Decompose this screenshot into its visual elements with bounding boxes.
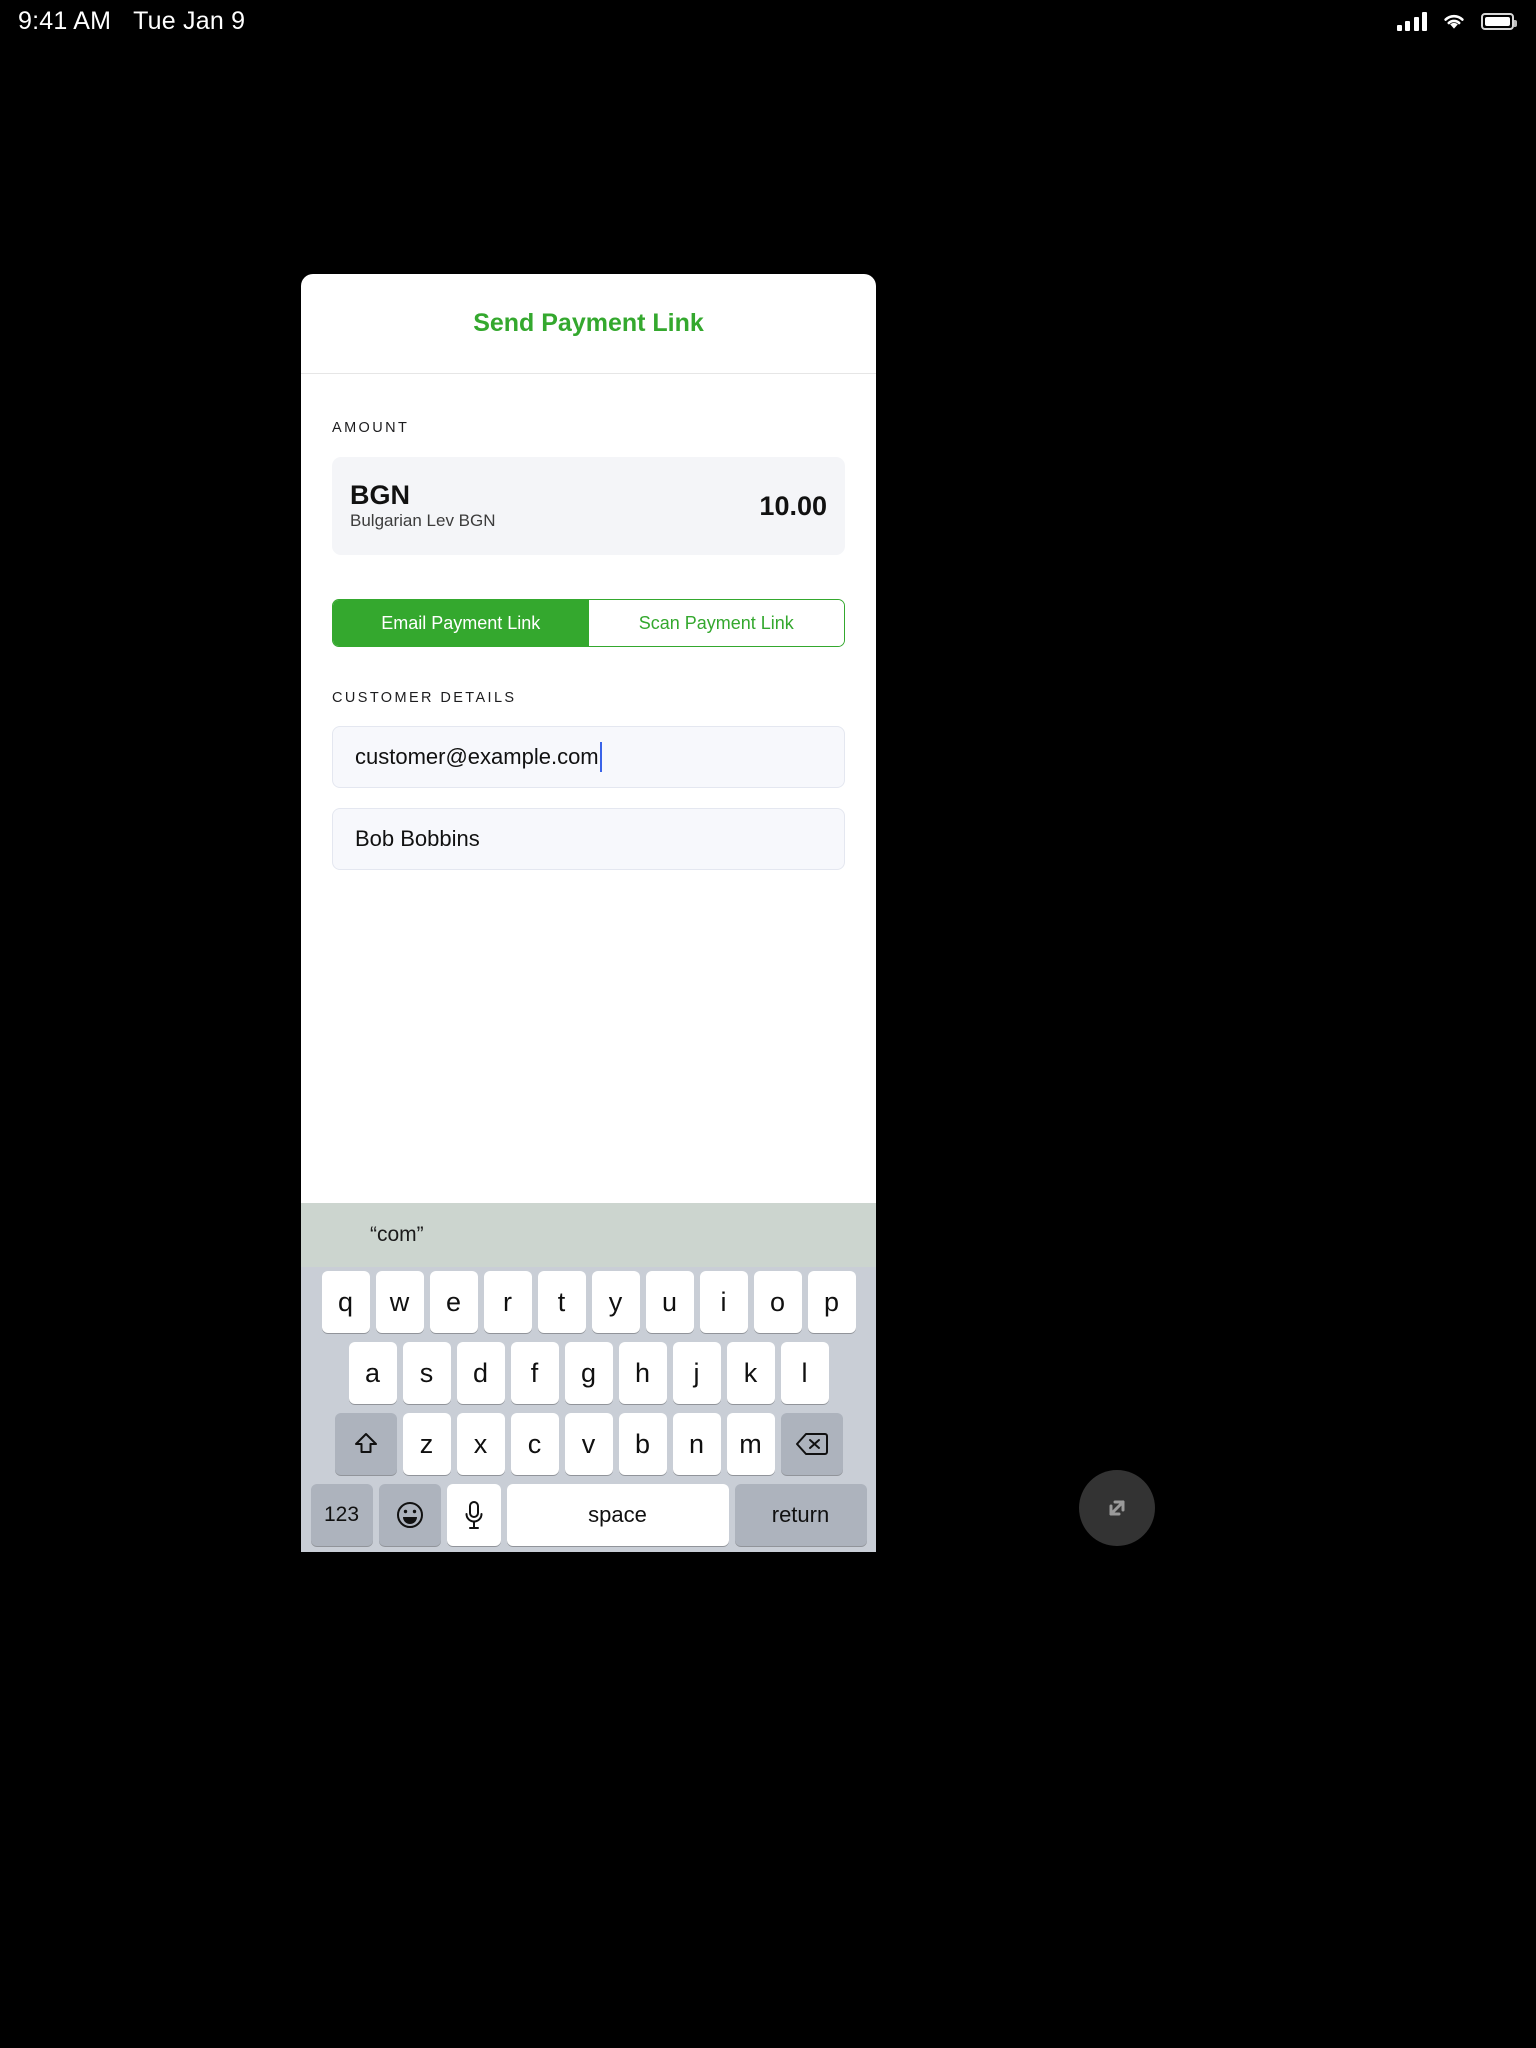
send-payment-link-card: Send Payment Link AMOUNT BGN Bulgarian L… bbox=[301, 274, 876, 1294]
keyboard-row-2: a s d f g h j k l bbox=[304, 1342, 873, 1404]
amount-row[interactable]: BGN Bulgarian Lev BGN 10.00 bbox=[332, 457, 845, 555]
key-v[interactable]: v bbox=[564, 1413, 613, 1475]
keyboard-row-4: 123 space return bbox=[304, 1484, 873, 1546]
key-o[interactable]: o bbox=[753, 1271, 802, 1333]
key-t[interactable]: t bbox=[537, 1271, 586, 1333]
key-a[interactable]: a bbox=[348, 1342, 397, 1404]
key-k[interactable]: k bbox=[726, 1342, 775, 1404]
prediction-slot-1[interactable]: “com” bbox=[301, 1223, 493, 1247]
page-title: Send Payment Link bbox=[473, 309, 704, 337]
wifi-icon bbox=[1441, 11, 1467, 31]
shift-icon bbox=[351, 1429, 381, 1459]
key-c[interactable]: c bbox=[510, 1413, 559, 1475]
on-screen-keyboard: “com” q w e r t y u i o p a s d f g h j … bbox=[301, 1203, 876, 1694]
customer-name-field[interactable]: Bob Bobbins bbox=[332, 808, 845, 870]
expand-fullscreen-button[interactable] bbox=[1079, 1470, 1155, 1546]
key-s[interactable]: s bbox=[402, 1342, 451, 1404]
customer-name-value: Bob Bobbins bbox=[355, 826, 480, 851]
key-m[interactable]: m bbox=[726, 1413, 775, 1475]
numbers-key[interactable]: 123 bbox=[310, 1484, 373, 1546]
key-u[interactable]: u bbox=[645, 1271, 694, 1333]
amount-currency: BGN Bulgarian Lev BGN bbox=[350, 479, 496, 531]
key-n[interactable]: n bbox=[672, 1413, 721, 1475]
key-q[interactable]: q bbox=[321, 1271, 370, 1333]
key-x[interactable]: x bbox=[456, 1413, 505, 1475]
currency-code: BGN bbox=[350, 479, 410, 510]
status-bar-date: Tue Jan 9 bbox=[133, 6, 246, 35]
status-bar: 9:41 AM Tue Jan 9 bbox=[0, 0, 1536, 42]
keyboard-rows: q w e r t y u i o p a s d f g h j k l z … bbox=[301, 1267, 876, 1552]
status-bar-time: 9:41 AM bbox=[18, 6, 112, 35]
currency-name: Bulgarian Lev BGN bbox=[350, 511, 496, 531]
key-y[interactable]: y bbox=[591, 1271, 640, 1333]
space-key[interactable]: space bbox=[506, 1484, 729, 1546]
payment-link-mode-segmented-control: Email Payment Link Scan Payment Link bbox=[332, 599, 845, 647]
shift-key[interactable] bbox=[334, 1413, 397, 1475]
microphone-icon bbox=[461, 1499, 487, 1531]
battery-icon bbox=[1481, 12, 1517, 30]
card-body: AMOUNT BGN Bulgarian Lev BGN 10.00 Email… bbox=[301, 374, 876, 870]
key-z[interactable]: z bbox=[402, 1413, 451, 1475]
key-i[interactable]: i bbox=[699, 1271, 748, 1333]
return-key[interactable]: return bbox=[734, 1484, 867, 1546]
predictive-text-bar: “com” bbox=[301, 1203, 876, 1267]
key-b[interactable]: b bbox=[618, 1413, 667, 1475]
keyboard-row-3: z x c v b n m bbox=[304, 1413, 873, 1475]
emoji-key[interactable] bbox=[378, 1484, 441, 1546]
amount-value[interactable]: 10.00 bbox=[759, 491, 827, 522]
backspace-key[interactable] bbox=[780, 1413, 843, 1475]
key-r[interactable]: r bbox=[483, 1271, 532, 1333]
key-p[interactable]: p bbox=[807, 1271, 856, 1333]
cellular-signal-icon bbox=[1396, 11, 1427, 31]
key-h[interactable]: h bbox=[618, 1342, 667, 1404]
email-field-value: customer@example.com bbox=[355, 744, 599, 769]
dictation-key[interactable] bbox=[446, 1484, 501, 1546]
tab-scan-payment-link[interactable]: Scan Payment Link bbox=[588, 600, 844, 646]
key-e[interactable]: e bbox=[429, 1271, 478, 1333]
email-field[interactable]: customer@example.com bbox=[332, 726, 845, 788]
text-caret bbox=[599, 742, 603, 772]
status-bar-right bbox=[1396, 11, 1517, 31]
key-d[interactable]: d bbox=[456, 1342, 505, 1404]
status-bar-left: 9:41 AM Tue Jan 9 bbox=[18, 7, 245, 36]
card-header: Send Payment Link bbox=[301, 274, 876, 374]
key-l[interactable]: l bbox=[780, 1342, 829, 1404]
key-j[interactable]: j bbox=[672, 1342, 721, 1404]
amount-section-label: AMOUNT bbox=[332, 420, 410, 436]
tab-email-payment-link[interactable]: Email Payment Link bbox=[333, 600, 589, 646]
keyboard-row-1: q w e r t y u i o p bbox=[304, 1271, 873, 1333]
key-w[interactable]: w bbox=[375, 1271, 424, 1333]
emoji-icon bbox=[394, 1499, 426, 1531]
key-g[interactable]: g bbox=[564, 1342, 613, 1404]
backspace-icon bbox=[795, 1431, 829, 1457]
customer-details-label: CUSTOMER DETAILS bbox=[332, 690, 517, 706]
expand-diagonal-icon bbox=[1097, 1488, 1137, 1528]
key-f[interactable]: f bbox=[510, 1342, 559, 1404]
